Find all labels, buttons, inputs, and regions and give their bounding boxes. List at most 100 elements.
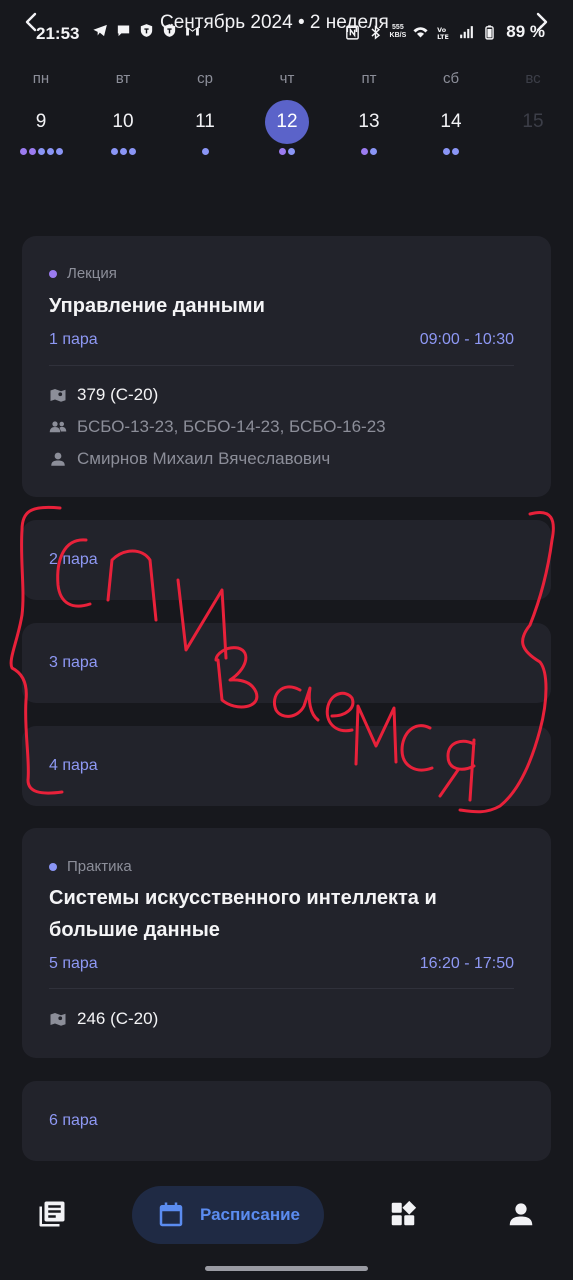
- shield-app-icon-2: [163, 24, 176, 37]
- lesson-type: Лекция: [49, 265, 117, 282]
- groups-row: БСБО-13-23, БСБО-14-23, БСБО-16-23: [49, 417, 386, 437]
- nav-schedule[interactable]: Расписание: [132, 1186, 324, 1244]
- day-number: 11: [195, 111, 215, 132]
- room: 379 (С-20): [77, 385, 159, 404]
- teacher-row: Смирнов Михаил Вячеславович: [49, 449, 330, 469]
- room: 246 (С-20): [77, 1009, 159, 1028]
- day-saturday[interactable]: сб 14: [421, 68, 481, 158]
- empty-pair-card[interactable]: 6 пара: [22, 1081, 551, 1161]
- lesson-dots: [503, 148, 563, 158]
- lecture-dot: [279, 148, 286, 155]
- group-icon: [49, 421, 67, 433]
- empty-pair-card[interactable]: 4 пара: [22, 726, 551, 806]
- groups: БСБО-13-23, БСБО-14-23, БСБО-16-23: [77, 417, 386, 436]
- lesson-subject: Управление данными: [49, 295, 265, 317]
- lesson-type: Практика: [49, 858, 132, 875]
- practice-dot: [55, 148, 63, 155]
- home-indicator[interactable]: [205, 1266, 368, 1271]
- lesson-dots: [93, 148, 153, 158]
- empty-pair-card[interactable]: 2 пара: [22, 520, 551, 600]
- lecture-dot: [49, 269, 57, 278]
- signal-icon: [460, 25, 474, 38]
- chat-bubble-icon: [117, 25, 130, 37]
- pair-number: 2 пара: [49, 551, 98, 568]
- battery-icon: [485, 24, 494, 40]
- day-number: 9: [35, 111, 47, 132]
- day-name: вт: [115, 70, 131, 87]
- practice-dot: [110, 148, 118, 155]
- lecture-dot: [19, 148, 27, 155]
- network-speed: 555 KB/S: [390, 24, 407, 40]
- empty-pair-card[interactable]: 3 пара: [22, 623, 551, 703]
- practice-dot: [128, 148, 136, 155]
- network-speed-value: 555: [392, 24, 404, 31]
- pair-number: 4 пара: [49, 757, 98, 774]
- practice-dot: [201, 148, 209, 155]
- shield-app-icon: [140, 24, 153, 37]
- room-row: 379 (С-20): [49, 385, 158, 405]
- svg-text:LTE: LTE: [437, 32, 449, 40]
- nav-services[interactable]: [373, 1184, 433, 1244]
- week-strip: пн 9 вт 10 ср 11 чт 12 пт 13 сб 14 вс 15: [0, 68, 573, 168]
- nav-schedule-label: Расписание: [199, 1205, 301, 1224]
- map-icon: [50, 389, 66, 402]
- room-row: 246 (С-20): [49, 1009, 158, 1029]
- day-monday[interactable]: пн 9: [11, 68, 71, 158]
- lecture-dot: [28, 148, 36, 155]
- day-number: 10: [112, 111, 134, 132]
- nav-profile[interactable]: [491, 1184, 551, 1244]
- wifi-icon: [413, 26, 428, 37]
- practice-dot: [452, 148, 459, 155]
- day-wednesday[interactable]: ср 11: [175, 68, 235, 158]
- day-number: 14: [440, 111, 462, 132]
- lesson-dots: [339, 148, 399, 158]
- lesson-card[interactable]: Практика Системы искусственного интеллек…: [22, 828, 551, 1058]
- volte-icon: VoLTE: [437, 25, 449, 40]
- bluetooth-icon: [371, 24, 380, 40]
- nav-library[interactable]: [22, 1184, 82, 1244]
- day-sunday[interactable]: вс 15: [503, 68, 563, 158]
- pair-number: 6 пара: [49, 1112, 98, 1129]
- practice-dot: [288, 148, 295, 155]
- divider: [49, 365, 514, 366]
- apps-grid-icon: [391, 1200, 417, 1226]
- nfc-icon: [345, 24, 359, 40]
- telegram-icon: [93, 24, 107, 37]
- day-number-selected: 12: [265, 100, 309, 144]
- profile-icon: [509, 1203, 533, 1226]
- day-tuesday[interactable]: вт 10: [93, 68, 153, 158]
- lesson-type-label: Практика: [67, 858, 132, 875]
- pair-number: 1 пара: [49, 331, 98, 348]
- lesson-dots: [175, 148, 235, 158]
- lesson-dots: [421, 148, 481, 158]
- status-bar: 21:53 555 KB/S Vo LTE 89 %: [0, 18, 573, 48]
- lesson-dots: [11, 148, 71, 158]
- gmail-icon: [186, 26, 199, 36]
- day-name: вс: [525, 70, 541, 87]
- bottom-navigation: Расписание: [0, 1180, 573, 1250]
- divider: [49, 988, 514, 989]
- day-friday[interactable]: пт 13: [339, 68, 399, 158]
- day-number: 13: [358, 111, 380, 132]
- day-name: ср: [197, 70, 213, 87]
- pair-time: 09:00 - 10:30: [419, 331, 514, 348]
- day-thursday[interactable]: чт 12: [257, 68, 317, 158]
- practice-dot: [443, 148, 450, 155]
- person-icon: [51, 452, 65, 466]
- system-icons: 555 KB/S Vo LTE 89 %: [344, 22, 545, 42]
- practice-dot: [46, 148, 54, 155]
- lesson-subject-line: Системы искусственного интеллекта и: [49, 887, 437, 909]
- lesson-subject: Системы искусственного интеллекта и боль…: [49, 882, 524, 946]
- schedule-screen: Сентябрь 2024 • 2 неделя 21:53 555 KB/S …: [0, 0, 573, 1280]
- pair-number: 5 пара: [49, 955, 98, 972]
- day-name: чт: [279, 70, 295, 87]
- map-icon: [50, 1013, 66, 1026]
- lesson-subject-line: большие данные: [49, 919, 220, 941]
- status-time: 21:53: [36, 24, 80, 43]
- lesson-card[interactable]: Лекция Управление данными 1 пара 09:00 -…: [22, 236, 551, 497]
- day-name: пн: [32, 70, 50, 87]
- teacher: Смирнов Михаил Вячеславович: [77, 449, 331, 468]
- lecture-dot: [361, 148, 368, 155]
- lesson-type-label: Лекция: [67, 265, 117, 282]
- practice-dot: [37, 148, 45, 155]
